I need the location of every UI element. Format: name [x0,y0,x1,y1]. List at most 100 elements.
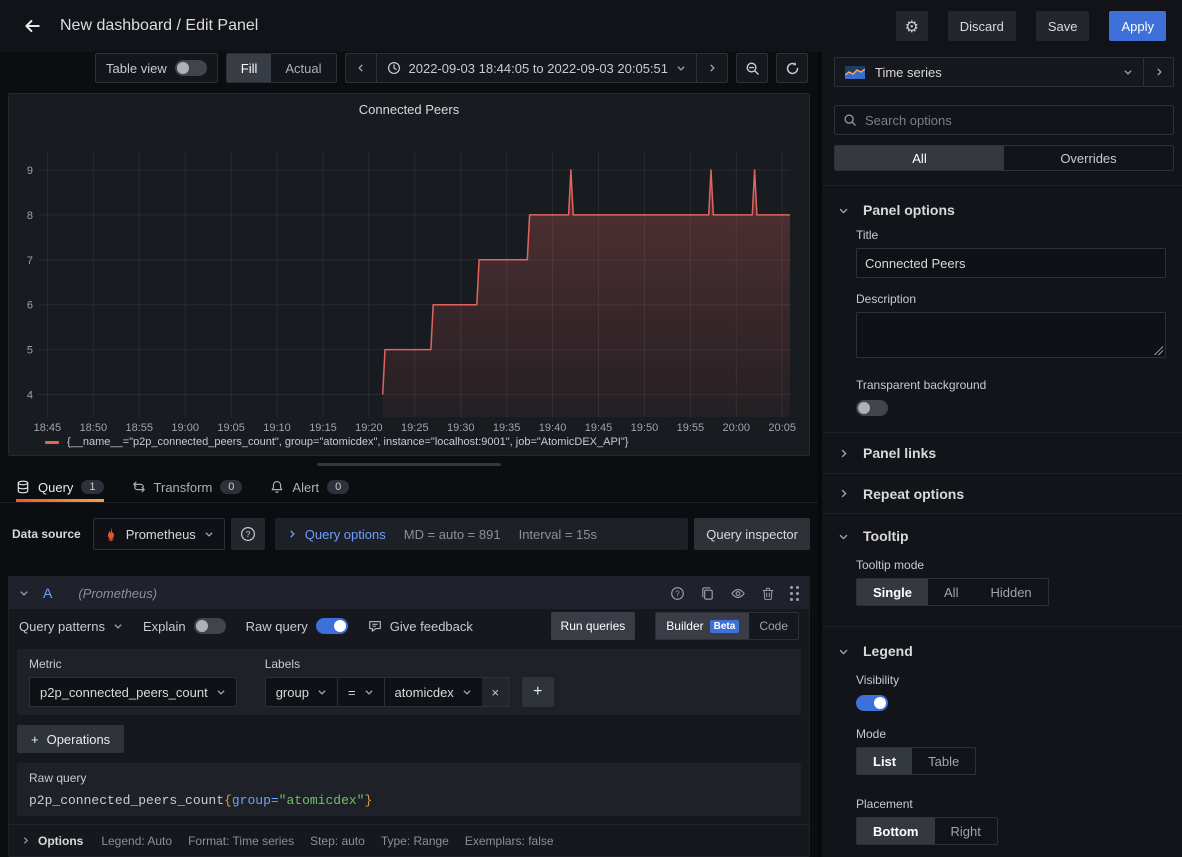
panel-settings-button[interactable]: ⚙ [896,11,928,41]
repeat-options-section[interactable]: Repeat options [822,473,1182,513]
panel-links-section[interactable]: Panel links [822,433,1182,473]
chevron-down-icon[interactable] [19,588,29,598]
tab-query[interactable]: Query 1 [16,472,104,502]
zoom-out-time-button[interactable] [736,53,768,83]
query-inspector-button[interactable]: Query inspector [694,518,810,550]
table-view-switch[interactable] [175,60,207,76]
series-legend-label[interactable]: {__name__="p2p_connected_peers_count", g… [67,436,628,448]
visualization-select[interactable]: Time series [835,58,1143,86]
drag-handle[interactable] [790,586,799,601]
metric-field: Metric p2p_connected_peers_count [29,657,237,707]
promql-label-matcher: group= [232,793,279,808]
x-tick-label: 19:40 [539,422,567,434]
options-collapse-toggle[interactable]: Options [21,834,83,848]
panel-title-input[interactable] [856,248,1166,278]
builder-segment[interactable]: Builder Beta [656,613,749,639]
actual-segment[interactable]: Actual [271,54,335,82]
legend-visibility-switch[interactable] [856,695,888,711]
time-series-chart[interactable]: 18:4518:5018:5519:0019:0519:1019:1519:20… [9,94,809,455]
query-patterns-label: Query patterns [19,619,105,634]
transparent-background-label: Transparent background [856,378,1166,392]
discard-button[interactable]: Discard [948,11,1016,41]
label-operator-select[interactable]: = [337,677,384,707]
label-value-select[interactable]: atomicdex [384,677,482,707]
code-segment[interactable]: Code [749,613,798,639]
tab-transform[interactable]: Transform 0 [132,472,243,502]
x-tick-label: 19:20 [355,422,383,434]
duplicate-query-icon[interactable] [700,586,715,601]
tab-all-options[interactable]: All [835,146,1004,170]
legend-visibility-label: Visibility [856,673,1166,687]
tab-alert[interactable]: Alert 0 [270,472,349,502]
tooltip-mode-single[interactable]: Single [857,579,928,605]
disable-query-eye-icon[interactable] [730,586,746,601]
raw-query-toggle[interactable]: Raw query [246,618,348,634]
max-data-points-stat: MD = auto = 891 [404,527,501,542]
time-shift-back-button[interactable] [346,54,376,82]
datasource-picker[interactable]: Prometheus [93,518,225,550]
apply-button[interactable]: Apply [1109,11,1166,41]
page-title: New dashboard / Edit Panel [60,17,258,35]
builder-label: Builder [666,619,703,633]
legend-section-header[interactable]: Legend [822,627,1182,659]
query-ref-id[interactable]: A [43,585,52,601]
query-option-summary: Step: auto [310,834,365,848]
delete-query-trash-icon[interactable] [761,586,775,601]
explain-toggle[interactable]: Explain [143,618,226,634]
label-name-select[interactable]: group [265,677,337,707]
explain-switch[interactable] [194,618,226,634]
query-patterns-dropdown[interactable]: Query patterns [19,619,123,634]
x-tick-label: 19:30 [447,422,475,434]
panel-header-title[interactable]: Connected Peers [9,102,809,117]
query-count-badge: 1 [81,480,103,494]
back-button[interactable] [16,10,48,42]
transparent-background-switch[interactable] [856,400,888,416]
repeat-options-label: Repeat options [863,486,964,502]
panel-links-label: Panel links [863,445,936,461]
search-icon [843,113,857,127]
datasource-help-button[interactable]: ? [231,518,265,550]
metric-select[interactable]: p2p_connected_peers_count [29,677,237,707]
resize-handle[interactable] [317,463,501,466]
give-feedback-label: Give feedback [390,619,473,634]
prometheus-icon [104,527,118,541]
refresh-button[interactable] [776,53,808,83]
tooltip-mode-all[interactable]: All [928,579,974,605]
time-shift-forward-button[interactable] [696,54,727,82]
query-options-toggle[interactable]: Query options [287,527,386,542]
remove-label-filter-button[interactable]: × [482,677,510,707]
chevron-right-icon [707,63,717,73]
table-view-toggle[interactable]: Table view [95,53,218,83]
tooltip-section-header[interactable]: Tooltip [822,514,1182,544]
y-tick-label: 4 [27,390,33,402]
panel-description-textarea[interactable] [856,312,1166,358]
chart-legend[interactable]: {__name__="p2p_connected_peers_count", g… [45,436,628,448]
tooltip-mode-hidden[interactable]: Hidden [974,579,1047,605]
raw-query-switch[interactable] [316,618,348,634]
tooltip-mode-segments: Single All Hidden [856,578,1049,606]
time-range-button[interactable]: 2022-09-03 18:44:05 to 2022-09-03 20:05:… [376,54,697,82]
save-button[interactable]: Save [1036,11,1090,41]
query-help-icon[interactable]: ? [670,586,685,601]
x-tick-label: 19:55 [677,422,705,434]
legend-mode-table[interactable]: Table [912,748,975,774]
options-search-input[interactable] [865,113,1165,128]
give-feedback-link[interactable]: Give feedback [368,619,473,634]
query-option-summary: Format: Time series [188,834,294,848]
chevron-down-icon [1123,67,1133,77]
query-row-header[interactable]: A (Prometheus) ? [9,577,809,609]
tab-overrides[interactable]: Overrides [1004,146,1173,170]
x-tick-label: 20:00 [723,422,751,434]
panel-options-section-header[interactable]: Panel options [822,186,1182,218]
legend-placement-right[interactable]: Right [935,818,997,844]
add-label-filter-button[interactable]: + [522,677,554,707]
open-viz-suggestions-button[interactable] [1143,58,1173,86]
run-queries-button[interactable]: Run queries [551,612,636,640]
options-search[interactable] [834,105,1174,135]
legend-mode-list[interactable]: List [857,748,912,774]
raw-query-toggle-label: Raw query [246,619,308,634]
resize-corner-icon[interactable] [1154,346,1163,355]
legend-placement-bottom[interactable]: Bottom [857,818,935,844]
add-operations-button[interactable]: + Operations [17,725,124,753]
fill-segment[interactable]: Fill [227,54,272,82]
